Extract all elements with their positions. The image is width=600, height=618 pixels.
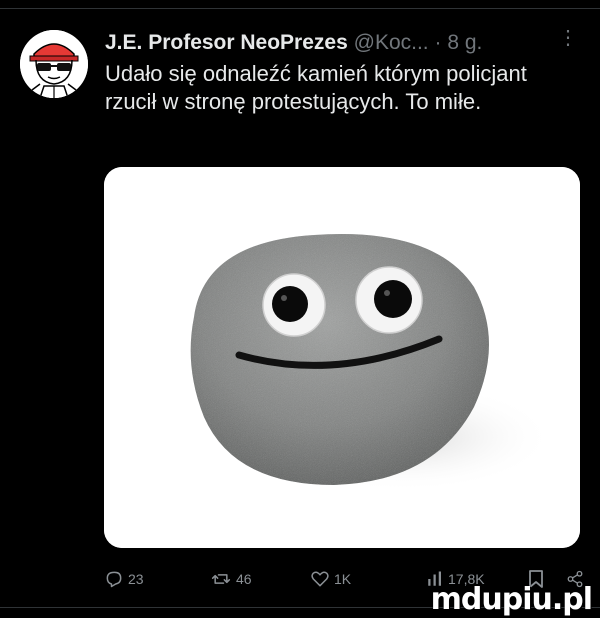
like-count: 1K (334, 571, 352, 587)
reply-count: 23 (128, 571, 144, 587)
smiling-stone-image (104, 167, 580, 548)
more-icon[interactable]: ⋮ (558, 28, 578, 48)
display-name[interactable]: J.E. Profesor NeoPrezes (105, 31, 348, 54)
retweet-count: 46 (236, 571, 252, 587)
handle[interactable]: @Koc... (354, 31, 429, 54)
header-separator: · (434, 31, 442, 54)
reply-button[interactable]: 23 (104, 566, 144, 592)
like-button[interactable]: 1K (310, 566, 351, 592)
tweet-header: J.E. Profesor NeoPrezes @Koc... · 8 g. (105, 30, 585, 56)
left-googly-eye (262, 273, 326, 337)
right-googly-eye (355, 266, 423, 334)
avatar[interactable] (20, 30, 88, 98)
retweet-button[interactable]: 46 (210, 566, 252, 592)
heart-icon (310, 569, 330, 589)
avatar-illustration (20, 30, 88, 98)
reply-icon (104, 569, 124, 589)
tweet-text: Udało się odnaleźć kamień którym policja… (105, 61, 527, 114)
timestamp[interactable]: 8 g. (447, 31, 482, 54)
retweet-icon (210, 569, 232, 589)
top-divider (0, 8, 600, 9)
tweet-image[interactable] (104, 167, 580, 548)
site-watermark: mdupiu.pl (430, 582, 593, 617)
